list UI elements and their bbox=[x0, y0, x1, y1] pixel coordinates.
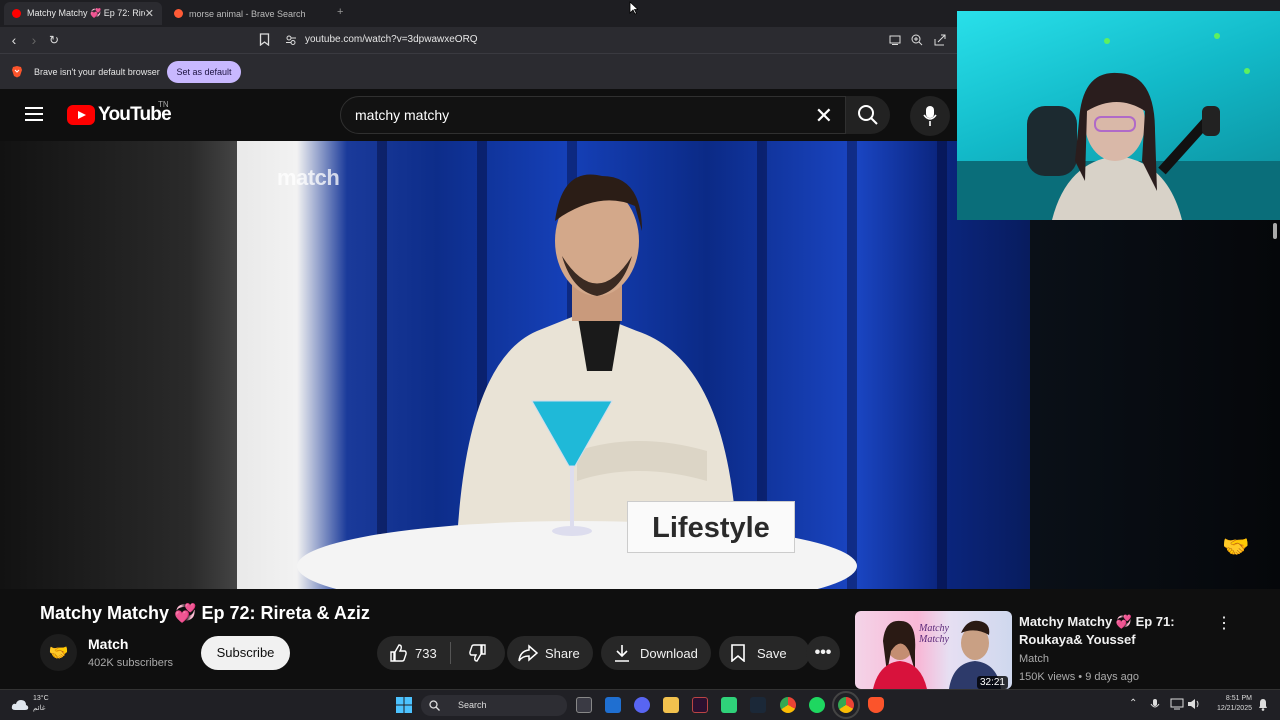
taskbar-search-label: Search bbox=[458, 700, 487, 710]
tray-microphone-icon[interactable] bbox=[1150, 698, 1160, 712]
youtube-logo[interactable]: YouTube bbox=[67, 104, 172, 126]
mouse-cursor-icon bbox=[629, 1, 638, 15]
chrome-icon[interactable] bbox=[780, 697, 796, 713]
related-video-more-icon[interactable]: ⋮ bbox=[1216, 613, 1232, 633]
bookmark-icon[interactable] bbox=[259, 33, 270, 46]
windows-start-icon[interactable] bbox=[396, 697, 412, 713]
microphone-icon bbox=[923, 106, 937, 126]
hamburger-menu-icon[interactable] bbox=[25, 107, 43, 121]
cloud-weather-icon bbox=[11, 700, 29, 710]
reload-button[interactable]: ↻ bbox=[46, 32, 62, 48]
brave-favicon-icon bbox=[174, 9, 183, 18]
save-button[interactable]: Save bbox=[719, 636, 810, 670]
save-bookmark-icon bbox=[731, 644, 745, 662]
nameplate-card: Lifestyle bbox=[627, 501, 795, 553]
taskbar-search-box[interactable]: Search bbox=[421, 695, 567, 716]
tray-overflow-icon[interactable]: ⌃ bbox=[1129, 698, 1137, 709]
steam-icon[interactable] bbox=[750, 697, 766, 713]
weather-description: غائم bbox=[33, 705, 46, 712]
related-video-title[interactable]: Matchy Matchy 💞 Ep 71: Roukaya& Youssef bbox=[1019, 613, 1204, 649]
tab-matchy-matchy[interactable]: Matchy Matchy 💞 Ep 72: Rireta ✕ bbox=[4, 2, 162, 25]
url-text[interactable]: youtube.com/watch?v=3dpwawxeORQ bbox=[305, 34, 478, 45]
cocktail-glass-icon bbox=[531, 400, 613, 536]
download-icon bbox=[615, 645, 629, 662]
share-page-icon[interactable] bbox=[934, 34, 946, 46]
search-box[interactable]: matchy matchy ✕ bbox=[340, 96, 846, 134]
infobar-message: Brave isn't your default browser bbox=[34, 67, 160, 77]
channel-name[interactable]: Match bbox=[88, 636, 128, 652]
clock-time: 8:51 PM bbox=[1225, 695, 1252, 702]
more-actions-button[interactable]: ••• bbox=[806, 636, 840, 670]
share-button[interactable]: Share bbox=[507, 636, 593, 670]
share-arrow-icon bbox=[518, 644, 538, 662]
volume-icon[interactable] bbox=[1187, 698, 1201, 710]
related-video-channel[interactable]: Match bbox=[1019, 653, 1049, 665]
like-dislike-group: 733 bbox=[377, 636, 505, 670]
clock-date: 12/21/2025 bbox=[1216, 705, 1252, 712]
windows-taskbar: 13°C غائم Search ⌃ 8:51 PM 12/21/2025 bbox=[0, 689, 1280, 720]
clear-search-icon[interactable]: ✕ bbox=[815, 103, 833, 129]
task-view-icon[interactable] bbox=[576, 697, 592, 713]
brave-lion-icon bbox=[12, 66, 22, 78]
spotify-icon[interactable] bbox=[809, 697, 825, 713]
weather-temperature: 13°C bbox=[33, 695, 49, 702]
taskbar-search-icon bbox=[429, 700, 440, 711]
svg-text:Matchy: Matchy bbox=[918, 623, 950, 634]
video-frame[interactable]: match Lifestyle bbox=[237, 141, 1030, 589]
youtube-favicon-icon bbox=[12, 9, 21, 18]
close-tab-icon[interactable]: ✕ bbox=[145, 7, 154, 20]
new-tab-button[interactable]: + bbox=[337, 6, 343, 18]
tab-label: morse animal - Brave Search bbox=[189, 8, 306, 19]
channel-watermark: match bbox=[277, 165, 340, 190]
download-label: Download bbox=[640, 645, 698, 661]
like-count: 733 bbox=[415, 645, 437, 661]
site-settings-icon[interactable] bbox=[285, 34, 297, 46]
chrome-active-icon[interactable] bbox=[832, 691, 860, 719]
channel-avatar[interactable]: 🤝 bbox=[40, 634, 77, 671]
network-icon[interactable] bbox=[1170, 698, 1184, 710]
share-label: Share bbox=[545, 645, 580, 661]
outlook-icon[interactable] bbox=[605, 697, 621, 713]
thumbs-down-icon bbox=[469, 644, 486, 662]
video-title: Matchy Matchy 💞 Ep 72: Rireta & Aziz bbox=[40, 603, 370, 623]
set-default-button[interactable]: Set as default bbox=[167, 61, 241, 83]
back-button[interactable]: ‹ bbox=[6, 32, 22, 48]
media-app-icon[interactable] bbox=[692, 697, 708, 713]
related-video-meta: 150K views • 9 days ago bbox=[1019, 671, 1140, 683]
subscribe-button[interactable]: Subscribe bbox=[201, 636, 290, 670]
search-input[interactable]: matchy matchy bbox=[355, 107, 449, 123]
more-horizontal-icon: ••• bbox=[814, 644, 832, 661]
search-icon bbox=[858, 105, 878, 125]
like-button[interactable]: 733 bbox=[377, 636, 450, 670]
tab-morse-animal[interactable]: morse animal - Brave Search bbox=[166, 2, 326, 25]
player-left-backdrop bbox=[0, 141, 237, 589]
streamer-webcam-image bbox=[957, 33, 1280, 220]
related-video-thumbnail[interactable]: Matchy Matchy 32:21 bbox=[855, 611, 1012, 689]
download-button[interactable]: Download bbox=[601, 636, 711, 670]
page-scrollbar[interactable] bbox=[1273, 223, 1277, 239]
weather-widget[interactable]: 13°C غائم bbox=[33, 694, 49, 714]
search-button[interactable] bbox=[846, 96, 890, 134]
thumbs-up-icon bbox=[390, 644, 407, 662]
taskbar-clock[interactable]: 8:51 PM 12/21/2025 bbox=[1204, 694, 1252, 714]
zoom-icon[interactable] bbox=[911, 34, 923, 46]
webcam-overlay bbox=[957, 11, 1280, 220]
save-label: Save bbox=[757, 645, 787, 661]
brave-browser-icon[interactable] bbox=[868, 697, 884, 713]
forward-button[interactable]: › bbox=[26, 32, 42, 48]
file-explorer-icon[interactable] bbox=[663, 697, 679, 713]
tab-label: Matchy Matchy 💞 Ep 72: Rireta bbox=[26, 8, 145, 18]
notification-bell-icon[interactable] bbox=[1257, 698, 1269, 711]
related-video-duration: 32:21 bbox=[976, 676, 1008, 689]
cast-icon[interactable] bbox=[889, 35, 901, 45]
channel-branding-icon[interactable]: 🤝 bbox=[1222, 534, 1249, 560]
dislike-button[interactable] bbox=[451, 636, 505, 670]
voice-search-button[interactable] bbox=[910, 96, 950, 136]
svg-text:Matchy: Matchy bbox=[918, 634, 950, 645]
green-app-icon[interactable] bbox=[721, 697, 737, 713]
subscriber-count: 402K subscribers bbox=[88, 657, 173, 669]
youtube-play-icon bbox=[67, 105, 95, 125]
country-code: TN bbox=[158, 100, 169, 109]
discord-icon[interactable] bbox=[634, 697, 650, 713]
